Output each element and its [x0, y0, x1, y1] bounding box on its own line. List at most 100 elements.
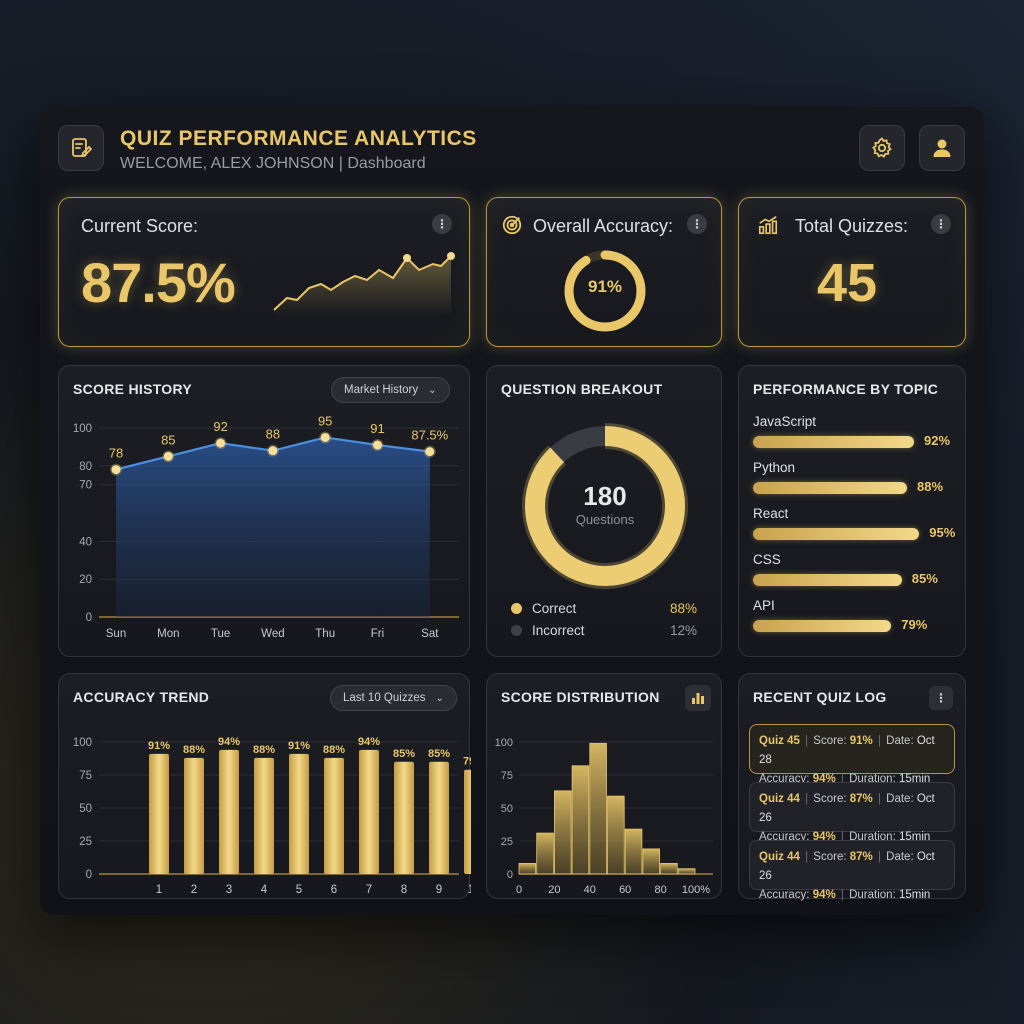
overall-accuracy-value: 91% [587, 277, 623, 296]
bar-label: 88% [183, 744, 205, 756]
settings-button[interactable] [859, 125, 905, 171]
more-options-icon[interactable]: ⋮ [687, 214, 707, 234]
data-label: 91 [370, 421, 384, 436]
current-score-card: Current Score: ⋮ 87.5% [58, 197, 470, 347]
histogram-bar [536, 832, 554, 875]
performance-by-topic-card: PERFORMANCE BY TOPIC JavaScript 92% Python… [738, 365, 966, 657]
y-tick-label: 0 [86, 869, 92, 881]
score-distribution-card: SCORE DISTRIBUTION 0 25 50 75 100 0 20 40 60 80 10… [486, 673, 722, 899]
separator: | [874, 793, 885, 805]
quiz-score: 87% [849, 793, 873, 805]
log-line-1: Quiz 44 | Score: 87% | Date: Oct 26 [759, 848, 945, 886]
x-tick-label: Wed [261, 628, 284, 640]
bar [184, 757, 204, 874]
x-tick-label: 2 [191, 884, 197, 896]
recent-quiz-log-card: RECENT QUIZ LOG ⋮ Quiz 45 | Score: 91% |… [738, 673, 966, 901]
question-total: 180 [583, 481, 627, 511]
quiz-log-title: RECENT QUIZ LOG [753, 689, 887, 705]
topic-bar [753, 528, 920, 540]
bar [359, 749, 379, 874]
topic-percent: 95% [929, 525, 956, 540]
legend-value-incorrect: 12% [669, 623, 697, 638]
question-total-label: Questions [575, 512, 635, 527]
separator: | [801, 793, 812, 805]
quiz-accuracy: 94% [812, 889, 836, 901]
x-tick-label: 0 [516, 884, 522, 896]
quiz-log-item[interactable]: Quiz 44 | Score: 87% | Date: Oct 26 Accur… [749, 782, 955, 843]
quiz-score: 87% [849, 851, 873, 863]
histogram-bar [571, 765, 590, 875]
legend-label-correct: Correct [532, 601, 577, 616]
welcome-text: WELCOME, ALEX JOHNSON [120, 155, 335, 172]
x-tick-label: Mon [157, 628, 179, 640]
question-breakout-card: QUESTION BREAKOUT 180 Questions Correct … [486, 365, 722, 657]
more-options-icon[interactable]: ⋮ [931, 214, 951, 234]
log-line-1: Quiz 45 | Score: 91% | Date: Oct 28 [759, 732, 945, 770]
score-distribution-chart: 0 25 50 75 100 0 20 40 60 80 100% [495, 737, 713, 896]
histogram-bar [660, 863, 678, 875]
user-profile-button[interactable] [919, 125, 965, 171]
y-tick-label: 50 [79, 803, 92, 815]
separator: | [837, 889, 848, 901]
bar [219, 749, 239, 874]
quiz-log-item[interactable]: Quiz 44 | Score: 87% | Date: Oct 26 Accur… [749, 840, 955, 901]
x-tick-label: 40 [584, 884, 596, 896]
data-point [163, 451, 173, 461]
y-tick-label: 100 [73, 737, 92, 749]
topic-label: JavaScript [753, 414, 817, 429]
y-tick-label: 0 [507, 869, 513, 881]
legend-incorrect: Incorrect [511, 623, 585, 638]
total-quizzes-card: Total Quizzes: ⋮ 45 [738, 197, 966, 347]
area-fill [116, 437, 430, 617]
total-quizzes-label: Total Quizzes: [795, 216, 909, 236]
y-tick-label: 100 [495, 737, 513, 749]
x-tick-label: Sat [421, 628, 439, 640]
dashboard-window: QUIZ PERFORMANCE ANALYTICS WELCOME, ALEX… [40, 107, 984, 915]
data-point [268, 446, 278, 456]
more-options-icon[interactable]: ⋮ [432, 214, 452, 234]
y-tick-label: 25 [79, 836, 92, 848]
data-label: 92 [213, 419, 227, 434]
bar-chart-trend-icon [758, 216, 778, 235]
topic-bar [753, 436, 914, 448]
x-tick-label: 5 [296, 884, 302, 896]
date-label: Date: [886, 793, 917, 805]
histogram-bar [624, 828, 643, 875]
edit-document-icon[interactable] [58, 125, 104, 171]
score-label: Score: [813, 735, 850, 747]
x-tick-label: 60 [619, 884, 631, 896]
legend-dot-incorrect [511, 625, 522, 636]
x-tick-label: 6 [331, 884, 337, 896]
user-icon [933, 139, 951, 157]
x-tick-label: 10 [468, 884, 471, 896]
x-tick-label: 80 [654, 884, 666, 896]
histogram-bar [518, 863, 537, 875]
topic-label: Python [753, 460, 796, 475]
log-line-2: Accuracy: 94% | Duration: 15min [759, 886, 945, 905]
score-history-card: SCORE HISTORY Market History ⌄ 0 20 40 70 80… [58, 365, 470, 657]
x-tick-label: Fri [371, 628, 384, 640]
topic-title: PERFORMANCE BY TOPIC [753, 381, 939, 397]
y-tick-label: 20 [79, 574, 92, 586]
log-line-1: Quiz 44 | Score: 87% | Date: Oct 26 [759, 790, 945, 828]
bar [429, 761, 449, 874]
histogram-bar [607, 795, 625, 875]
accuracy-trend-chart: 0 25 50 75 100 91% 1 88% 2 94% 3 88% 4 91% 5 88% 6 94% 7 85… [73, 736, 471, 896]
bar-label: 91% [288, 740, 310, 752]
quiz-duration: 15min [898, 889, 931, 901]
legend-label-incorrect: Incorrect [532, 623, 585, 638]
current-score-value: 87.5% [81, 251, 236, 314]
quiz-name: Quiz 44 [759, 793, 800, 805]
question-breakout-title: QUESTION BREAKOUT [501, 381, 663, 397]
legend-correct: Correct [511, 601, 576, 616]
bar-label: 85% [393, 748, 415, 760]
bar [464, 769, 471, 874]
legend-dot-correct [511, 603, 522, 614]
histogram-bar [554, 790, 572, 875]
breadcrumb-dashboard[interactable]: Dashboard [347, 155, 425, 172]
bar-label: 85% [428, 748, 450, 760]
overall-accuracy-card: Overall Accuracy: ⋮ 91% [486, 197, 722, 347]
quiz-log-item[interactable]: Quiz 45 | Score: 91% | Date: Oct 28 Accur… [749, 724, 955, 785]
more-options-icon[interactable]: ⋮ [929, 686, 953, 710]
target-icon [502, 215, 522, 235]
